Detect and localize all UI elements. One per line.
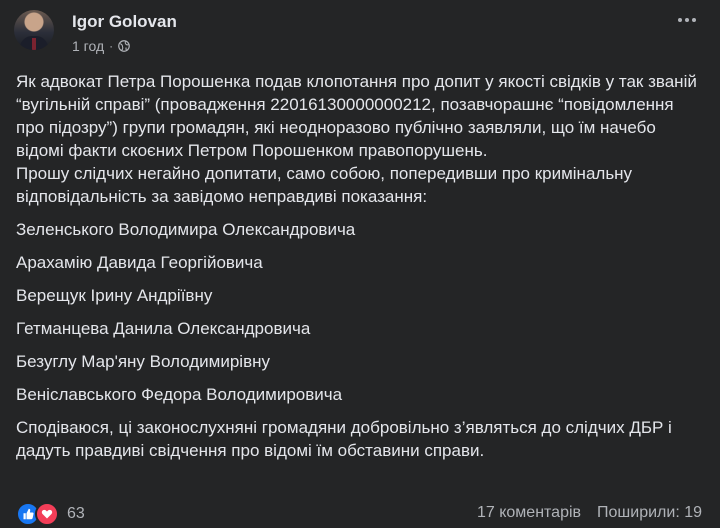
more-dot [678,18,682,22]
reactions-summary[interactable]: 63 [16,502,85,526]
witness-item: Веніславського Федора Володимировича [16,385,343,404]
reaction-count: 63 [67,505,85,522]
globe-icon [118,40,130,52]
comments-count[interactable]: 17 коментарів [477,504,581,522]
witness-item: Зеленського Володимира Олександровича [16,220,356,239]
post-paragraph: Як адвокат Петра Порошенка подав клопота… [16,72,697,160]
shares-count[interactable]: Поширили: 19 [597,504,702,522]
avatar-tie [32,38,36,50]
post-paragraph: Прошу слідчих негайно допитати, само соб… [16,164,633,206]
author-avatar[interactable] [14,10,54,50]
facebook-post: Igor Golovan 1 год · Як адвокат Петра По… [0,0,720,528]
post-meta: 1 год · [72,38,130,54]
post-footer: 63 17 коментарів Поширили: 19 [0,496,720,528]
post-closing: Сподіваюся, ці законослухняні громадяни … [16,418,672,460]
witness-item: Гетманцева Данила Олександровича [16,319,311,338]
meta-separator: · [109,39,114,53]
post-stats: 17 коментарів Поширили: 19 [477,504,702,522]
witness-item: Арахамію Давида Георгійовича [16,253,263,272]
more-dot [685,18,689,22]
post-body: Як адвокат Петра Порошенка подав клопота… [16,70,706,462]
more-options-icon[interactable] [678,18,696,22]
more-dot [692,18,696,22]
love-icon [35,502,59,526]
author-name[interactable]: Igor Golovan [72,12,177,32]
witness-item: Верещук Ірину Андріївну [16,286,213,305]
post-time[interactable]: 1 год [72,38,104,54]
witness-item: Безуглу Мар'яну Володимирівну [16,352,270,371]
